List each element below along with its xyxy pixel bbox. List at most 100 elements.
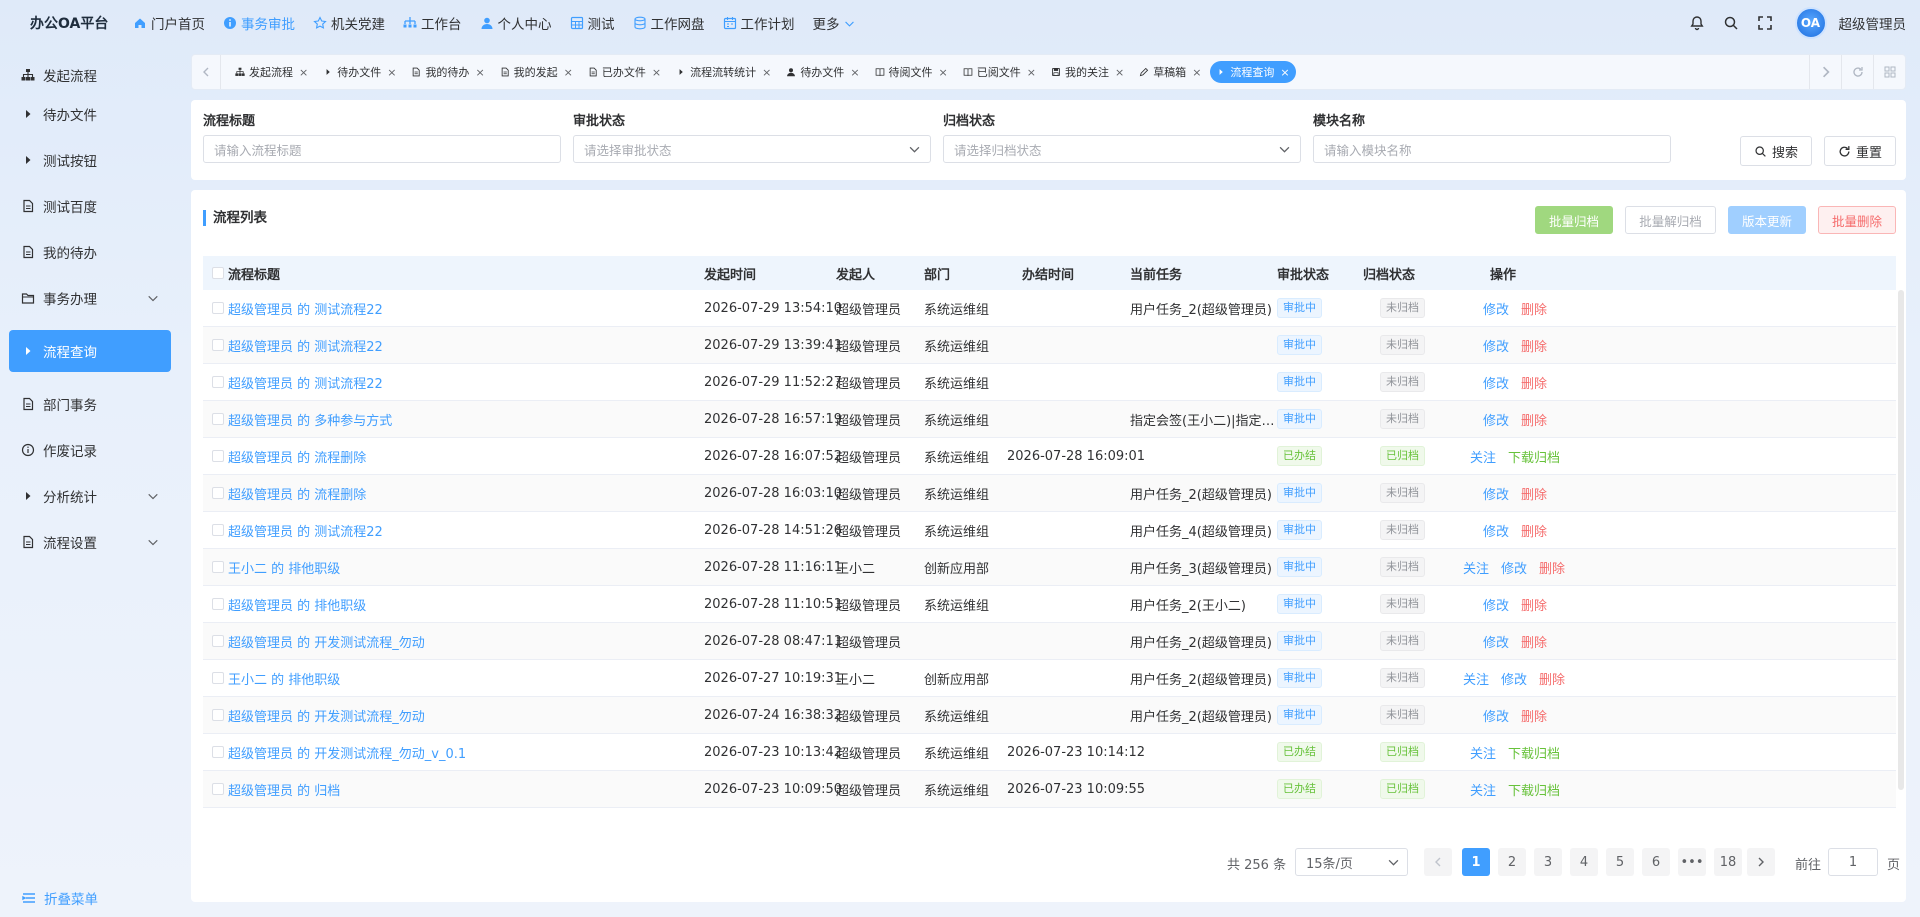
delete-button[interactable]: 删除 <box>1521 710 1547 725</box>
process-title-link[interactable]: 王小二 的 排他职级 <box>228 669 688 688</box>
sidebar-item[interactable]: 作废记录 <box>9 429 171 471</box>
process-title-link[interactable]: 超级管理员 的 测试流程22 <box>228 336 688 355</box>
close-icon[interactable]: × <box>850 66 859 79</box>
close-icon[interactable]: × <box>939 66 948 79</box>
goto-page-input[interactable]: 1 <box>1828 848 1878 876</box>
delete-button[interactable]: 删除 <box>1521 340 1547 355</box>
row-checkbox[interactable] <box>212 339 224 351</box>
process-title-link[interactable]: 超级管理员 的 排他职级 <box>228 595 688 614</box>
page-number-button[interactable]: 2 <box>1498 848 1526 876</box>
tab[interactable]: 我的关注 × <box>1045 61 1130 83</box>
topnav-item[interactable]: 门户首页 <box>124 0 214 46</box>
table-row[interactable]: 王小二 的 排他职级 2026-07-28 11:16:11 王小二 创新应用部 用户任… <box>203 549 1896 586</box>
table-row[interactable]: 超级管理员 的 开发测试流程_勿动_v_0.1 2026-07-23 10:13:… <box>203 734 1896 771</box>
edit-button[interactable]: 修改 <box>1483 710 1509 725</box>
table-row[interactable]: 超级管理员 的 开发测试流程_勿动 2026-07-24 16:38:32 超级管理… <box>203 697 1896 734</box>
table-row[interactable]: 超级管理员 的 开发测试流程_勿动 2026-07-28 08:47:11 超级管理… <box>203 623 1896 660</box>
sidebar-item[interactable]: 分析统计 <box>9 475 171 517</box>
close-icon[interactable]: × <box>1192 66 1201 79</box>
row-checkbox[interactable] <box>212 487 224 499</box>
row-checkbox[interactable] <box>212 783 224 795</box>
topnav-item[interactable]: 个人中心 <box>471 0 561 46</box>
delete-button[interactable]: 删除 <box>1521 525 1547 540</box>
topnav-item[interactable]: 事务审批 <box>214 0 304 46</box>
row-checkbox[interactable] <box>212 672 224 684</box>
tab[interactable]: 流程查询 × <box>1210 61 1296 83</box>
page-number-button[interactable]: 6 <box>1642 848 1670 876</box>
sidebar-item[interactable]: 发起流程 <box>9 54 171 96</box>
table-row[interactable]: 超级管理员 的 测试流程22 2026-07-29 13:54:10 超级管理员 系统… <box>203 290 1896 327</box>
sidebar-item[interactable]: 部门事务 <box>9 383 171 425</box>
table-row[interactable]: 超级管理员 的 流程删除 2026-07-28 16:03:10 超级管理员 系统运维… <box>203 475 1896 512</box>
row-checkbox[interactable] <box>212 709 224 721</box>
close-icon[interactable]: × <box>387 66 396 79</box>
process-title-link[interactable]: 超级管理员 的 流程删除 <box>228 447 688 466</box>
batch-delete-button[interactable]: 批量删除 <box>1818 206 1896 234</box>
select-all-checkbox[interactable] <box>212 267 224 279</box>
process-title-link[interactable]: 超级管理员 的 流程删除 <box>228 484 688 503</box>
table-row[interactable]: 超级管理员 的 多种参与方式 2026-07-28 16:57:19 超级管理员 系统… <box>203 401 1896 438</box>
search-button[interactable]: 搜索 <box>1740 136 1812 166</box>
row-checkbox[interactable] <box>212 598 224 610</box>
page-number-button[interactable]: 5 <box>1606 848 1634 876</box>
process-title-link[interactable]: 超级管理员 的 测试流程22 <box>228 299 688 318</box>
table-scrollbar[interactable] <box>1898 290 1904 790</box>
download-archive-button[interactable]: 下载归档 <box>1508 784 1560 799</box>
tab[interactable]: 待办文件 × <box>780 61 865 83</box>
download-archive-button[interactable]: 下载归档 <box>1508 747 1560 762</box>
batch-unarchive-button[interactable]: 批量解归档 <box>1625 206 1716 234</box>
topnav-item[interactable]: 工作台 <box>394 0 471 46</box>
close-icon[interactable]: × <box>1280 66 1289 79</box>
sidebar-item[interactable]: 待办文件 <box>9 93 171 135</box>
follow-button[interactable]: 关注 <box>1470 451 1496 466</box>
tab[interactable]: 流程流转统计 × <box>670 61 777 83</box>
edit-button[interactable]: 修改 <box>1483 414 1509 429</box>
topnav-item[interactable]: 机关党建 <box>304 0 394 46</box>
delete-button[interactable]: 删除 <box>1539 673 1565 688</box>
process-title-link[interactable]: 超级管理员 的 开发测试流程_勿动 <box>228 632 688 651</box>
table-row[interactable]: 超级管理员 的 测试流程22 2026-07-28 14:51:26 超级管理员 系统… <box>203 512 1896 549</box>
follow-button[interactable]: 关注 <box>1463 562 1489 577</box>
follow-button[interactable]: 关注 <box>1470 784 1496 799</box>
version-update-button[interactable]: 版本更新 <box>1728 206 1806 234</box>
edit-button[interactable]: 修改 <box>1483 599 1509 614</box>
module-name-input[interactable]: 请输入模块名称 <box>1313 135 1671 163</box>
page-number-button[interactable]: 1 <box>1462 848 1490 876</box>
edit-button[interactable]: 修改 <box>1483 636 1509 651</box>
table-row[interactable]: 超级管理员 的 流程删除 2026-07-28 16:07:52 超级管理员 系统运维… <box>203 438 1896 475</box>
page-number-button[interactable]: 18 <box>1714 848 1742 876</box>
sidebar-item[interactable]: 事务办理 <box>9 277 171 319</box>
row-checkbox[interactable] <box>212 302 224 314</box>
delete-button[interactable]: 删除 <box>1521 414 1547 429</box>
search-icon[interactable] <box>1723 15 1739 31</box>
process-title-link[interactable]: 超级管理员 的 测试流程22 <box>228 521 688 540</box>
row-checkbox[interactable] <box>212 413 224 425</box>
sidebar-item[interactable]: 测试按钮 <box>9 139 171 181</box>
close-icon[interactable]: × <box>1027 66 1036 79</box>
tab[interactable]: 我的待办 × <box>405 61 490 83</box>
close-icon[interactable]: × <box>762 66 771 79</box>
collapse-menu-button[interactable]: 折叠菜单 <box>22 888 98 908</box>
archive-status-select[interactable]: 请选择归档状态 <box>943 135 1301 163</box>
username[interactable]: 超级管理员 <box>1839 13 1907 33</box>
tabs-scroll-right[interactable] <box>1809 55 1841 89</box>
edit-button[interactable]: 修改 <box>1501 673 1527 688</box>
tab[interactable]: 发起流程 × <box>229 61 314 83</box>
edit-button[interactable]: 修改 <box>1483 303 1509 318</box>
delete-button[interactable]: 删除 <box>1521 303 1547 318</box>
tab[interactable]: 我的发起 × <box>494 61 579 83</box>
approval-status-select[interactable]: 请选择审批状态 <box>573 135 931 163</box>
table-row[interactable]: 王小二 的 排他职级 2026-07-27 10:19:31 王小二 创新应用部 用户任… <box>203 660 1896 697</box>
prev-page-button[interactable] <box>1424 848 1452 876</box>
page-number-button[interactable]: 3 <box>1534 848 1562 876</box>
more-pages-button[interactable]: ••• <box>1678 848 1706 876</box>
topnav-item[interactable]: 更多 <box>804 0 864 46</box>
sidebar-item[interactable]: 我的待办 <box>9 231 171 273</box>
close-icon[interactable]: × <box>652 66 661 79</box>
process-title-link[interactable]: 王小二 的 排他职级 <box>228 558 688 577</box>
tab[interactable]: 草稿箱 × <box>1133 61 1207 83</box>
page-number-button[interactable]: 4 <box>1570 848 1598 876</box>
edit-button[interactable]: 修改 <box>1483 340 1509 355</box>
topnav-item[interactable]: 测试 <box>561 0 624 46</box>
close-icon[interactable]: × <box>299 66 308 79</box>
